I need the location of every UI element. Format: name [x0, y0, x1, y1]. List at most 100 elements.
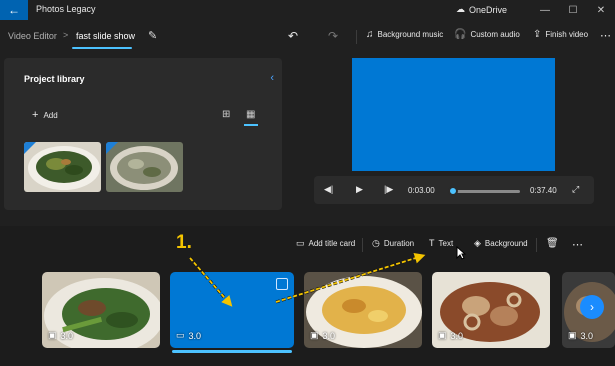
title-card-icon: ▭: [296, 238, 305, 248]
scroll-next-button[interactable]: ›: [580, 295, 604, 319]
seek-bar[interactable]: [452, 190, 520, 193]
seek-handle[interactable]: [448, 186, 458, 196]
clock-icon: ◷: [372, 238, 380, 248]
play-button[interactable]: ▶: [356, 184, 363, 195]
delete-button[interactable]: 🗑: [546, 238, 559, 249]
cloud-icon: ☁: [456, 4, 465, 14]
finish-video-label: Finish video: [545, 30, 589, 39]
clip-duration-value: 3.0: [60, 330, 74, 341]
window-controls: — ☐ ✕: [531, 0, 615, 20]
duration-label: Duration: [383, 239, 415, 248]
total-time: 0:37.40: [530, 186, 557, 195]
image-icon: ▣: [568, 330, 577, 340]
custom-audio-button[interactable]: 🎧 Custom audio: [454, 29, 520, 40]
rename-pencil-icon[interactable]: ✎: [148, 29, 157, 42]
clip-duration: ▣ 3.0: [310, 330, 335, 341]
skip-forward-icon: |▶: [384, 184, 394, 194]
fullscreen-button[interactable]: ⤢: [572, 184, 579, 195]
breadcrumb-separator: >: [63, 30, 69, 40]
project-title: fast slide show: [76, 31, 136, 41]
title-card-icon: ▭: [176, 330, 185, 340]
redo-button[interactable]: ↷: [328, 29, 338, 43]
clip-duration-value: 3.0: [322, 330, 336, 341]
onedrive-label: OneDrive: [469, 4, 508, 15]
storyboard-clip[interactable]: ▣ 3.0: [42, 272, 160, 348]
clip-duration: ▣ 3.0: [48, 330, 73, 341]
project-library-panel: Project library ‹ + Add ⊞ ▦: [4, 58, 282, 210]
add-media-button[interactable]: + Add: [32, 109, 58, 121]
paint-bucket-icon: ◈: [474, 238, 481, 248]
clip-checkbox[interactable]: [276, 278, 288, 290]
clip-duration: ▭ 3.0: [176, 330, 201, 341]
editor-toolbar: Video Editor > fast slide show ✎ ↶ ↷ ♫ B…: [0, 22, 615, 52]
storyboard-clip[interactable]: ▣ 3.0: [432, 272, 550, 348]
library-thumbnail[interactable]: [24, 142, 101, 192]
undo-button[interactable]: ↶: [288, 29, 298, 43]
text-label: Text: [438, 238, 454, 248]
maximize-icon[interactable]: ☐: [559, 0, 587, 20]
expand-icon: ⤢: [572, 184, 580, 194]
toolbar-divider: [356, 30, 357, 44]
finish-video-button[interactable]: ⇪ Finish video: [533, 29, 588, 40]
add-title-card-button[interactable]: ▭ Add title card: [296, 238, 355, 249]
clip-duration: ▣ 3.0: [568, 330, 593, 341]
more-icon: ⋯: [600, 30, 611, 42]
text-button[interactable]: T Text: [429, 238, 453, 248]
clip-duration-value: 3.0: [580, 330, 594, 341]
selected-corner-badge: [106, 142, 118, 154]
add-label: Add: [43, 110, 58, 120]
back-arrow-icon: ←: [8, 3, 20, 17]
storyboard-clip-selected[interactable]: ▭ 3.0: [170, 272, 294, 348]
background-music-label: Background music: [377, 30, 444, 39]
library-thumbnail[interactable]: [106, 142, 183, 192]
background-label: Background: [484, 239, 528, 248]
add-title-card-label: Add title card: [308, 239, 356, 248]
video-preview[interactable]: [352, 58, 555, 171]
more-options-button[interactable]: ⋯: [600, 29, 611, 42]
music-note-icon: ♫: [366, 29, 374, 40]
skip-back-icon: ◀|: [324, 184, 334, 194]
title-bar: ← Photos Legacy ☁ OneDrive — ☐ ✕: [0, 0, 615, 20]
image-icon: ▣: [310, 330, 319, 340]
undo-icon: ↶: [288, 29, 299, 43]
next-frame-button[interactable]: |▶: [384, 184, 393, 195]
storyboard-divider: [362, 238, 363, 252]
chevron-right-icon: ›: [590, 300, 594, 314]
image-icon: ▣: [438, 330, 447, 340]
image-icon: ▣: [48, 330, 57, 340]
text-icon: T: [429, 238, 435, 248]
mouse-cursor-icon: [456, 246, 466, 260]
close-icon[interactable]: ✕: [587, 0, 615, 20]
large-grid-view-icon[interactable]: ⊞: [222, 109, 230, 120]
collapse-chevron-icon[interactable]: ‹: [270, 72, 274, 84]
step-annotation-label: 1.: [176, 232, 192, 253]
clip-duration-value: 3.0: [188, 330, 202, 341]
small-grid-view-icon[interactable]: ▦: [246, 109, 255, 120]
storyboard-more-button[interactable]: ⋯: [572, 238, 583, 251]
current-time: 0:03.00: [408, 186, 435, 195]
selected-clip-indicator: [172, 350, 292, 353]
redo-icon: ↷: [328, 29, 339, 43]
background-button[interactable]: ◈ Background: [474, 238, 528, 249]
back-button[interactable]: ←: [0, 0, 28, 20]
duration-button[interactable]: ◷ Duration: [372, 238, 414, 249]
storyboard-clip[interactable]: ▣ 3.0: [304, 272, 422, 348]
trash-icon: 🗑: [546, 238, 559, 249]
custom-audio-label: Custom audio: [470, 30, 520, 39]
more-icon: ⋯: [572, 239, 583, 251]
headphones-icon: 🎧: [454, 29, 467, 40]
export-icon: ⇪: [533, 29, 542, 40]
previous-frame-button[interactable]: ◀|: [324, 184, 333, 195]
clip-duration-value: 3.0: [450, 330, 464, 341]
clip-duration: ▣ 3.0: [438, 330, 463, 341]
selected-corner-badge: [24, 142, 36, 154]
background-music-button[interactable]: ♫ Background music: [366, 29, 443, 40]
view-selected-indicator: [244, 124, 258, 126]
app-title: Photos Legacy: [36, 4, 96, 14]
breadcrumb-root[interactable]: Video Editor: [8, 31, 57, 41]
play-icon: ▶: [356, 184, 363, 194]
onedrive-status[interactable]: ☁ OneDrive: [456, 4, 507, 15]
library-title: Project library: [24, 74, 85, 84]
minimize-icon[interactable]: —: [531, 0, 559, 20]
plus-icon: +: [32, 109, 39, 121]
